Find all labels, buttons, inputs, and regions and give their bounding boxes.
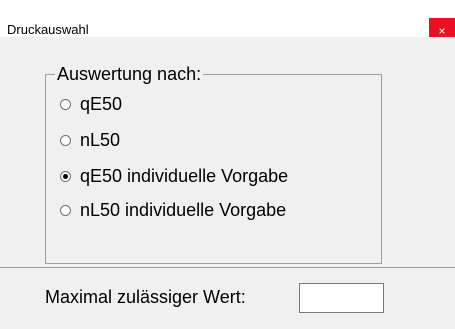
title-bar: Druckauswahl × xyxy=(0,0,455,45)
radio-label: nL50 individuelle Vorgabe xyxy=(80,200,287,220)
radio-option-qe50-individual[interactable]: qE50 individuelle Vorgabe xyxy=(60,165,288,187)
max-value-section: Maximal zulässiger Wert: xyxy=(0,268,455,329)
window-title: Druckauswahl xyxy=(7,22,89,37)
radio-label: nL50 xyxy=(80,130,121,150)
dialog-window: Druckauswahl × Auswertung nach: qE50 nL5… xyxy=(0,0,455,329)
max-value-label: Maximal zulässiger Wert: xyxy=(45,287,246,307)
close-icon: × xyxy=(438,24,446,38)
options-panel: Auswertung nach: qE50 nL50 qE50 individu… xyxy=(0,37,455,268)
radio-button[interactable] xyxy=(60,204,71,216)
radio-option-qe50[interactable]: qE50 xyxy=(60,93,122,115)
radio-label: qE50 individuelle Vorgabe xyxy=(80,166,289,186)
max-value-input[interactable] xyxy=(299,283,384,313)
radio-option-nl50-individual[interactable]: nL50 individuelle Vorgabe xyxy=(60,199,286,221)
radio-button-selected[interactable] xyxy=(60,170,71,182)
radio-label: qE50 xyxy=(80,94,123,114)
group-legend: Auswertung nach: xyxy=(55,63,204,85)
evaluation-groupbox: Auswertung nach: qE50 nL50 qE50 individu… xyxy=(45,63,382,264)
radio-button[interactable] xyxy=(60,98,71,110)
radio-button[interactable] xyxy=(60,134,71,146)
radio-option-nl50[interactable]: nL50 xyxy=(60,129,120,151)
